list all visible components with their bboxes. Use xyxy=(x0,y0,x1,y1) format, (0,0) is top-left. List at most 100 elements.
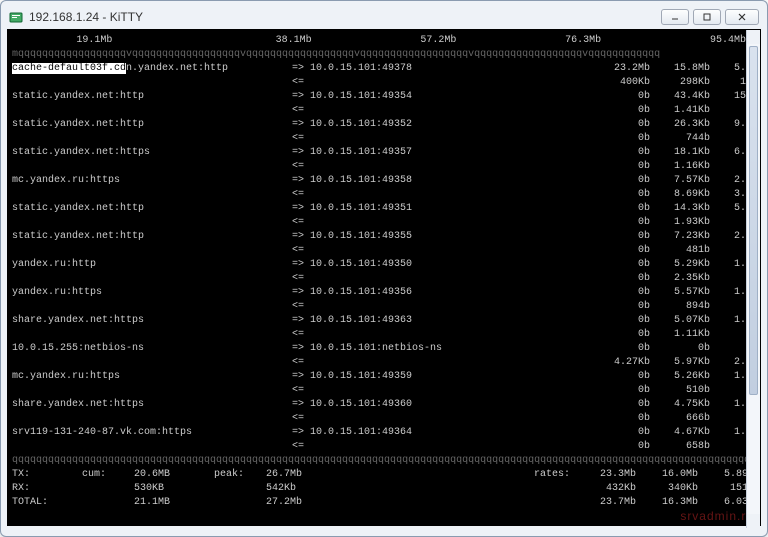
scale-tick: 76.3Mb xyxy=(456,34,601,48)
rate-col-1: 4.27Kb xyxy=(590,356,650,370)
rate-col-1: 400Kb xyxy=(590,76,650,90)
total-peak: 27.2Mb xyxy=(266,496,354,510)
connection-row-rx[interactable]: <=0b1.16Kb425b xyxy=(8,160,760,174)
rate-col-1: 23.2Mb xyxy=(590,62,650,76)
direction-out-icon: => xyxy=(292,90,310,104)
window-title: 192.168.1.24 - KiTTY xyxy=(29,10,661,24)
connection-row[interactable]: yandex.ru:https=>10.0.15.101:493560b5.57… xyxy=(8,286,760,300)
rate-col-1: 0b xyxy=(590,132,650,146)
close-button[interactable] xyxy=(725,9,759,25)
rate-col-2: 15.8Mb xyxy=(650,62,710,76)
connection-row[interactable]: srv119-131-240-87.vk.com:https=>10.0.15.… xyxy=(8,426,760,440)
rate-col-1: 0b xyxy=(590,202,650,216)
peer: 10.0.15.101:49364 xyxy=(310,426,590,440)
rx-rate-1: 432Kb xyxy=(574,482,636,496)
rate-col-2: 14.3Kb xyxy=(650,202,710,216)
host: static.yandex.net:https xyxy=(12,146,292,160)
rate-col-2: 744b xyxy=(650,132,710,146)
connection-row[interactable]: static.yandex.net:https=>10.0.15.101:493… xyxy=(8,146,760,160)
connection-row[interactable]: yandex.ru:http=>10.0.15.101:493500b5.29K… xyxy=(8,258,760,272)
app-icon xyxy=(9,10,23,24)
rate-col-1: 0b xyxy=(590,426,650,440)
minimize-button[interactable] xyxy=(661,9,689,25)
rate-col-1: 0b xyxy=(590,188,650,202)
titlebar[interactable]: 192.168.1.24 - KiTTY xyxy=(7,5,761,29)
connection-row-rx[interactable]: <=0b1.11Kb406b xyxy=(8,328,760,342)
terminal-area[interactable]: 19.1Mb 38.1Mb 57.2Mb 76.3Mb 95.4Mb mqqqq… xyxy=(7,29,761,526)
rate-col-2: 0b xyxy=(650,342,710,356)
connection-row-rx[interactable]: <=0b666b238b xyxy=(8,412,760,426)
peer: 10.0.15.101:49357 xyxy=(310,146,590,160)
total-rate-1: 23.7Mb xyxy=(574,496,636,510)
rate-col-1: 0b xyxy=(590,440,650,454)
connection-row[interactable]: mc.yandex.ru:https=>10.0.15.101:493580b7… xyxy=(8,174,760,188)
host: mc.yandex.ru:https xyxy=(12,370,292,384)
direction-out-icon: => xyxy=(292,314,310,328)
peer: 10.0.15.101:49354 xyxy=(310,90,590,104)
rate-col-2: 5.97Kb xyxy=(650,356,710,370)
total-cum: 21.1MB xyxy=(134,496,214,510)
rate-col-2: 894b xyxy=(650,300,710,314)
connection-row-rx[interactable]: <=0b1.41Kb517b xyxy=(8,104,760,118)
connection-row-rx[interactable]: <=0b658b235b xyxy=(8,440,760,454)
direction-in-icon: <= xyxy=(292,440,310,454)
rate-col-2: 43.4Kb xyxy=(650,90,710,104)
summary-rx: RX: 530KB 542Kb 432Kb 340Kb 151Kb xyxy=(8,482,760,496)
connection-row-rx[interactable]: <=0b2.35Kb860b xyxy=(8,272,760,286)
direction-out-icon: => xyxy=(292,398,310,412)
host: srv119-131-240-87.vk.com:https xyxy=(12,426,292,440)
connection-row[interactable]: static.yandex.net:http=>10.0.15.101:4935… xyxy=(8,90,760,104)
scale-tick: 38.1Mb xyxy=(167,34,312,48)
direction-out-icon: => xyxy=(292,146,310,160)
direction-out-icon: => xyxy=(292,174,310,188)
connection-row[interactable]: mc.yandex.ru:https=>10.0.15.101:493590b5… xyxy=(8,370,760,384)
rate-col-1: 0b xyxy=(590,412,650,426)
rate-col-1: 0b xyxy=(590,272,650,286)
rate-col-1: 0b xyxy=(590,146,650,160)
peer: 10.0.15.101:49358 xyxy=(310,174,590,188)
peer: 10.0.15.101:49363 xyxy=(310,314,590,328)
peer: 10.0.15.101:netbios-ns xyxy=(310,342,590,356)
connection-row[interactable]: static.yandex.net:http=>10.0.15.101:4935… xyxy=(8,202,760,216)
scrollbar-thumb[interactable] xyxy=(749,46,758,395)
direction-in-icon: <= xyxy=(292,104,310,118)
host: yandex.ru:http xyxy=(12,258,292,272)
connection-row[interactable]: share.yandex.net:https=>10.0.15.101:4936… xyxy=(8,314,760,328)
rate-col-2: 666b xyxy=(650,412,710,426)
connection-row[interactable]: 10.0.15.255:netbios-ns=>10.0.15.101:netb… xyxy=(8,342,760,356)
connection-row-rx[interactable]: <=0b481b172b xyxy=(8,244,760,258)
peer: 10.0.15.101:49356 xyxy=(310,286,590,300)
peer: 10.0.15.101:49355 xyxy=(310,230,590,244)
direction-in-icon: <= xyxy=(292,76,310,90)
divider: mqqqqqqqqqqqqqqqqqqvqqqqqqqqqqqqqqqqqqvq… xyxy=(8,48,760,62)
peer: 10.0.15.101:49359 xyxy=(310,370,590,384)
connection-row-rx[interactable]: <=0b894b319b xyxy=(8,300,760,314)
direction-in-icon: <= xyxy=(292,160,310,174)
rx-rate-2: 340Kb xyxy=(636,482,698,496)
rate-col-2: 8.69Kb xyxy=(650,188,710,202)
rate-col-2: 1.93Kb xyxy=(650,216,710,230)
rate-col-1: 0b xyxy=(590,300,650,314)
rate-col-2: 298Kb xyxy=(650,76,710,90)
connection-row[interactable]: static.yandex.net:http=>10.0.15.101:4935… xyxy=(8,230,760,244)
connection-row[interactable]: share.yandex.net:https=>10.0.15.101:4936… xyxy=(8,398,760,412)
connection-row-rx[interactable]: <=0b1.93Kb705b xyxy=(8,216,760,230)
connection-row-rx[interactable]: <=0b744b266b xyxy=(8,132,760,146)
connection-row-rx[interactable]: <=0b8.69Kb3.10Kb xyxy=(8,188,760,202)
connection-row-rx[interactable]: <=400Kb298Kb106Kb xyxy=(8,76,760,90)
rate-col-1: 0b xyxy=(590,384,650,398)
vertical-scrollbar[interactable] xyxy=(746,30,760,528)
direction-out-icon: => xyxy=(292,258,310,272)
host: cache-default03f.cdn.yandex.net:http xyxy=(12,62,292,76)
direction-in-icon: <= xyxy=(292,132,310,146)
rate-col-1: 0b xyxy=(590,258,650,272)
direction-out-icon: => xyxy=(292,286,310,300)
connection-row[interactable]: static.yandex.net:http=>10.0.15.101:4935… xyxy=(8,118,760,132)
connection-row[interactable]: cache-default03f.cdn.yandex.net:http=>10… xyxy=(8,62,760,76)
rate-col-1: 0b xyxy=(590,104,650,118)
connection-row-rx[interactable]: <=0b510b182b xyxy=(8,384,760,398)
connection-row-rx[interactable]: <=4.27Kb5.97Kb2.39Kb xyxy=(8,356,760,370)
rate-col-2: 481b xyxy=(650,244,710,258)
direction-in-icon: <= xyxy=(292,244,310,258)
maximize-button[interactable] xyxy=(693,9,721,25)
